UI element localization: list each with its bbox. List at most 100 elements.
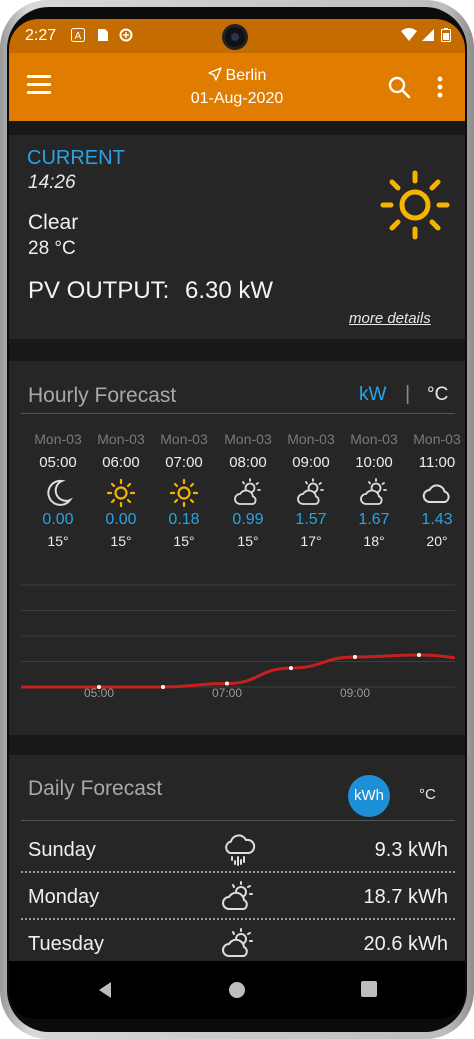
sd-card-icon [98,29,108,41]
status-bar: 2:27 A [9,19,465,53]
svg-text:A: A [75,31,82,42]
hourly-power: 1.67 [358,511,390,528]
toggle-celsius[interactable]: °C [427,384,448,406]
chart-point [353,654,357,659]
hourly-temperature: 15° [173,533,195,549]
home-icon[interactable] [228,981,246,999]
cloud-icon [405,476,465,510]
data-saver-icon [119,28,133,42]
rain-cloud-icon [225,834,256,866]
search-icon[interactable] [387,75,411,99]
chart-tick-label: 05:00 [84,686,114,699]
sun-icon [152,476,216,510]
hourly-power-chart: 05:00 07:00 09:00 [21,584,455,699]
current-label: CURRENT [27,147,125,169]
chart-point [161,685,165,689]
hourly-day: Mon-03 [224,431,272,447]
daily-row[interactable]: Sunday 9.3 kWh [21,827,455,873]
sun-icon [380,170,450,240]
battery-icon [441,28,451,42]
hourly-power: 1.43 [421,511,453,528]
notification-a-icon: A [71,28,85,42]
location-name: Berlin [225,67,267,84]
hourly-day: Mon-03 [160,431,208,447]
hourly-day: Mon-03 [350,431,398,447]
hourly-time: 08:00 [229,454,267,471]
hourly-power: 0.99 [232,511,264,528]
hourly-time: 07:00 [165,454,203,471]
daily-forecast-title: Daily Forecast [28,777,163,800]
hourly-forecast-title: Hourly Forecast [28,384,177,407]
daily-value: 9.3 kWh [374,839,448,861]
signal-icon [422,29,434,41]
partly-cloudy-icon [216,476,280,510]
hourly-day: Mon-03 [97,431,145,447]
hourly-temperature: 15° [47,533,69,549]
divider [21,820,455,821]
hourly-item[interactable]: Mon-03 08:00 0.99 15° [216,431,280,549]
hourly-day: Mon-03 [413,431,461,447]
dotted-divider [21,871,455,873]
pv-output-value: 6.30 kW [185,277,274,304]
more-details-link[interactable]: more details [349,310,431,327]
hourly-power: 0.00 [42,511,74,528]
chart-point [417,653,421,658]
pv-output-label: PV OUTPUT: [28,277,170,304]
partly-cloudy-icon [342,476,406,510]
back-icon[interactable] [97,981,113,999]
daily-day: Monday [28,886,100,908]
phone-bezel: 2:27 A Berlin 01-Aug-2020 CURRENT 14:26 … [7,7,467,1032]
screen: 2:27 A Berlin 01-Aug-2020 CURRENT 14:26 … [9,19,465,1019]
chart-point [289,666,293,671]
hourly-time: 05:00 [39,454,77,471]
overflow-menu-icon[interactable] [437,75,443,99]
daily-row[interactable]: Monday 18.7 kWh [21,874,455,920]
hourly-power: 0.00 [105,511,137,528]
partly-cloudy-icon [279,476,343,510]
daily-day: Tuesday [28,933,104,955]
hourly-time: 11:00 [418,454,456,471]
toggle-divider: | [405,383,411,405]
app-bar: Berlin 01-Aug-2020 [9,53,465,121]
chart-tick-label: 09:00 [340,686,370,699]
hourly-power: 1.57 [295,511,327,528]
hourly-item[interactable]: Mon-03 05:00 0.00 15° [26,431,90,549]
daily-value: 20.6 kWh [363,933,448,955]
kwh-toggle-button[interactable]: kWh [348,775,390,817]
chart-tick-label: 07:00 [212,686,242,699]
recents-icon[interactable] [361,981,377,997]
hourly-time: 10:00 [355,454,393,471]
separator [9,735,465,755]
partly-cloudy-icon [222,881,253,910]
hourly-temperature: 15° [237,533,259,549]
hourly-item[interactable]: Mon-03 09:00 1.57 17° [279,431,343,549]
hourly-day: Mon-03 [287,431,335,447]
current-condition: Clear [28,211,79,234]
status-time: 2:27 [25,27,57,44]
hourly-item[interactable]: Mon-03 07:00 0.18 15° [152,431,216,549]
separator [9,121,465,135]
sun-icon [89,476,153,510]
hourly-time: 09:00 [292,454,330,471]
hourly-item[interactable]: Mon-03 06:00 0.00 15° [89,431,153,549]
partly-cloudy-icon [222,928,253,957]
hourly-time: 06:00 [102,454,140,471]
current-temperature: 28 °C [28,238,76,259]
hourly-temperature: 17° [300,533,322,549]
dotted-divider [21,918,455,920]
separator [9,339,465,361]
phone-frame: 2:27 A Berlin 01-Aug-2020 CURRENT 14:26 … [0,0,474,1039]
daily-day: Sunday [28,839,96,861]
hourly-item[interactable]: Mon-03 11:00 1.43 20° [405,431,465,549]
hourly-temperature: 18° [363,533,385,549]
navigation-arrow-icon [207,67,222,81]
hourly-item[interactable]: Mon-03 10:00 1.67 18° [342,431,406,549]
chart-series-line [21,653,455,689]
wifi-icon [401,28,417,41]
toggle-kw[interactable]: kW [359,384,386,406]
celsius-toggle-button[interactable]: °C [419,786,436,803]
chart-point [225,681,229,686]
moon-icon [26,476,90,510]
hourly-power: 0.18 [168,511,200,528]
front-camera [225,27,245,47]
